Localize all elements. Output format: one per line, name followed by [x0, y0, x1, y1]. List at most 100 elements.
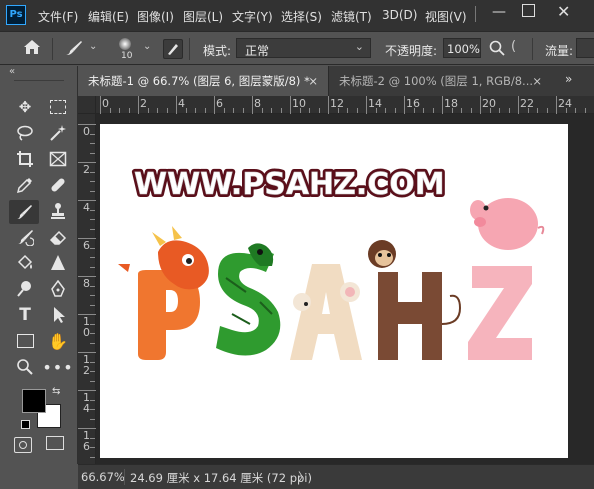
close-tab-icon[interactable]: × [532, 66, 542, 96]
ruler-top-tick [375, 108, 377, 113]
ruler-top-tick [214, 96, 215, 114]
frame-tool-icon[interactable] [45, 148, 71, 170]
ruler-left-tick [90, 247, 95, 249]
ruler-left-tick [90, 323, 95, 325]
menu-file[interactable]: 文件(F) [38, 8, 78, 25]
pressure-opacity-icon[interactable]: ( [511, 39, 516, 54]
ruler-top-tick [176, 96, 177, 114]
ruler-top-tick [480, 96, 481, 114]
ruler-top-label: 6 [216, 97, 223, 110]
zoom-tool-icon[interactable] [12, 356, 38, 378]
flow-label: 流量: [545, 44, 574, 58]
ruler-top-tick [109, 108, 111, 113]
ruler-left-tick [90, 399, 95, 401]
status-bar: 66.67% 24.69 厘米 x 17.64 厘米 (72 ppi) 〉 [78, 464, 594, 489]
ruler-top-tick [413, 108, 415, 113]
chevron-down-icon: ⌄ [354, 40, 364, 53]
ruler-left-tick [90, 456, 95, 458]
lasso-tool-icon[interactable] [12, 122, 38, 144]
ruler-top-tick [280, 108, 282, 113]
opacity-input[interactable]: 100% [443, 38, 481, 58]
ruler-left-tick [90, 295, 95, 296]
ruler-left-tick [90, 190, 95, 192]
minimize-icon[interactable]: — [492, 4, 506, 20]
maximize-icon[interactable] [522, 4, 535, 17]
quick-mask-icon[interactable] [14, 437, 32, 453]
ruler-top-tick [575, 108, 576, 113]
brush-tip-icon[interactable] [119, 38, 131, 50]
ruler-left-label: 2 [83, 163, 90, 176]
menu-view[interactable]: 视图(V) [425, 8, 467, 25]
home-icon[interactable] [20, 39, 44, 57]
brush-icon[interactable] [64, 39, 84, 60]
opacity-value: 100% [447, 42, 480, 56]
foreground-color-swatch[interactable] [22, 389, 46, 413]
ruler-top-tick [546, 108, 548, 113]
ruler-top-label: 8 [254, 97, 261, 110]
crop-tool-icon[interactable] [12, 148, 38, 170]
ruler-left-tick [90, 447, 95, 448]
ruler-left-tick [78, 314, 96, 315]
ruler-origin[interactable] [78, 96, 96, 114]
ruler-left-label: 4 [83, 201, 90, 214]
clone-stamp-tool-icon[interactable] [45, 200, 71, 222]
ruler-left-tick [90, 333, 95, 334]
healing-brush-tool-icon[interactable] [45, 174, 71, 196]
brush-tool-icon[interactable] [9, 200, 39, 224]
move-tool-icon[interactable]: ✥ [12, 96, 38, 118]
brush-preset-chevron-icon[interactable]: ⌄ [89, 41, 97, 52]
dodge-tool-icon[interactable] [12, 278, 38, 300]
menu-3d[interactable]: 3D(D) [382, 8, 417, 22]
ruler-left-tick [90, 228, 95, 230]
menu-select[interactable]: 选择(S) [281, 8, 322, 25]
ruler-left-tick [90, 152, 95, 154]
rectangle-tool-icon[interactable] [12, 330, 38, 352]
marquee-tool-icon[interactable] [45, 96, 71, 118]
sharpen-tool-icon[interactable] [45, 252, 71, 274]
menu-edit[interactable]: 编辑(E) [88, 8, 129, 25]
type-tool-icon[interactable]: T [12, 304, 38, 326]
ruler-top-tick [556, 96, 557, 114]
letter-h-monkey [368, 240, 462, 360]
ruler-left-tick [78, 390, 96, 391]
brush-size-value: 10 [121, 51, 133, 61]
tab-document-2[interactable]: 未标题-2 @ 100% (图层 1, RGB/8... × [328, 66, 550, 96]
brush-settings-panel-icon[interactable] [163, 39, 183, 59]
menu-filter[interactable]: 滤镜(T) [331, 8, 372, 25]
close-icon[interactable]: ✕ [557, 2, 570, 21]
swap-colors-icon[interactable]: ⇆ [52, 386, 60, 397]
ruler-top-tick [451, 108, 453, 113]
pen-tool-icon[interactable] [45, 278, 71, 300]
paint-bucket-tool-icon[interactable] [12, 252, 38, 274]
ruler-top-tick [328, 96, 329, 114]
more-tools-icon[interactable]: ••• [42, 356, 72, 378]
tabs-overflow-icon[interactable]: » [565, 72, 572, 86]
flow-input[interactable] [576, 38, 594, 58]
status-menu-arrow-icon[interactable]: 〉 [298, 469, 310, 485]
document-tabs: 未标题-1 @ 66.7% (图层 6, 图层蒙版/8) * × 未标题-2 @… [78, 66, 594, 96]
hand-tool-icon[interactable]: ✋ [45, 330, 71, 352]
eraser-tool-icon[interactable] [45, 226, 71, 248]
ruler-top-tick [385, 108, 386, 113]
mode-select[interactable]: 正常 ⌄ [236, 38, 371, 58]
path-selection-tool-icon[interactable] [45, 304, 71, 326]
default-colors-icon[interactable] [21, 420, 30, 429]
close-tab-icon[interactable]: × [308, 66, 318, 96]
ruler-top-tick [309, 108, 310, 113]
ruler-left-tick [90, 342, 95, 344]
screen-mode-icon[interactable] [46, 436, 64, 450]
search-icon[interactable] [489, 40, 505, 59]
document-canvas[interactable]: WWW.PSAHZ.COM WWW.PSAHZ.COM [100, 124, 568, 458]
menu-image[interactable]: 图像(I) [137, 8, 174, 25]
menu-type[interactable]: 文字(Y) [232, 8, 273, 25]
magic-wand-tool-icon[interactable] [45, 122, 71, 144]
brush-size-chevron-icon[interactable]: ⌄ [143, 41, 151, 52]
tab-document-1[interactable]: 未标题-1 @ 66.7% (图层 6, 图层蒙版/8) * × [78, 66, 328, 96]
collapse-panel-icon[interactable]: « [9, 66, 15, 77]
menu-layer[interactable]: 图层(L) [183, 8, 223, 25]
eyedropper-tool-icon[interactable] [12, 174, 38, 196]
zoom-level[interactable]: 66.67% [81, 470, 125, 484]
tab-label: 未标题-2 @ 100% (图层 1, RGB/8... [339, 74, 534, 88]
history-brush-tool-icon[interactable] [12, 226, 38, 248]
ruler-left-tick [90, 143, 95, 144]
